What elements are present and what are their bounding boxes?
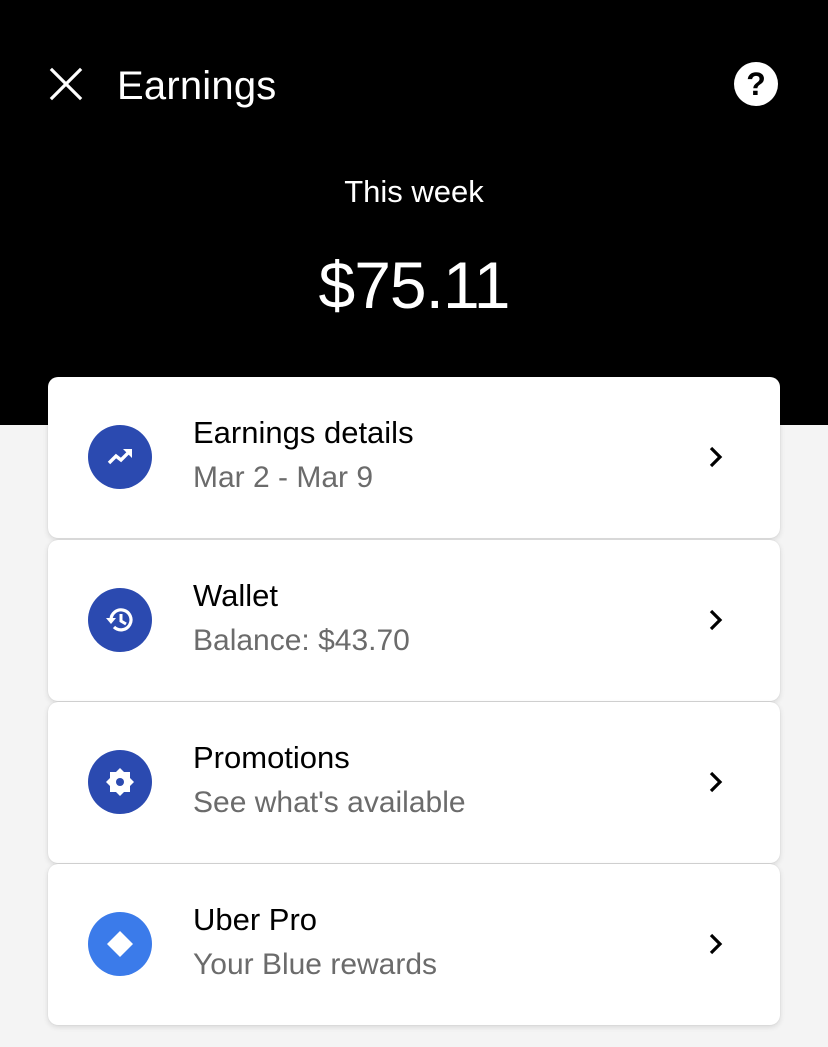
card-title: Earnings details <box>193 415 414 450</box>
period-label: This week <box>344 174 484 209</box>
card-subtitle: Mar 2 - Mar 9 <box>193 461 374 494</box>
chevron-right-icon <box>702 606 730 634</box>
wallet-card[interactable]: Wallet Balance: $43.70 <box>48 540 780 701</box>
earnings-header: Earnings ? This week $75.11 <box>0 0 828 425</box>
card-title: Wallet <box>193 578 278 613</box>
weekly-earnings-amount: $75.11 <box>318 248 511 322</box>
card-title: Uber Pro <box>193 902 318 937</box>
uber-pro-card[interactable]: Uber Pro Your Blue rewards <box>48 864 780 1025</box>
question-mark-icon: ? <box>746 66 766 102</box>
earnings-details-card[interactable]: Earnings details Mar 2 - Mar 9 <box>48 377 780 538</box>
card-title: Promotions <box>193 740 350 775</box>
card-subtitle: Balance: $43.70 <box>193 624 410 657</box>
close-icon <box>49 67 83 101</box>
chevron-right-icon <box>702 930 730 958</box>
close-button[interactable] <box>44 62 88 106</box>
help-button[interactable]: ? <box>734 62 778 106</box>
chevron-right-icon <box>702 768 730 796</box>
card-subtitle: See what's available <box>193 786 466 819</box>
history-icon <box>88 588 152 652</box>
diamond-icon <box>88 912 152 976</box>
page-title: Earnings <box>117 64 277 108</box>
promotions-card[interactable]: Promotions See what's available <box>48 702 780 863</box>
chevron-right-icon <box>702 443 730 471</box>
card-subtitle: Your Blue rewards <box>193 948 438 981</box>
trending-up-icon <box>88 425 152 489</box>
promotion-badge-icon <box>88 750 152 814</box>
earnings-screen: Earnings ? This week $75.11 Earnings det… <box>0 0 828 1047</box>
